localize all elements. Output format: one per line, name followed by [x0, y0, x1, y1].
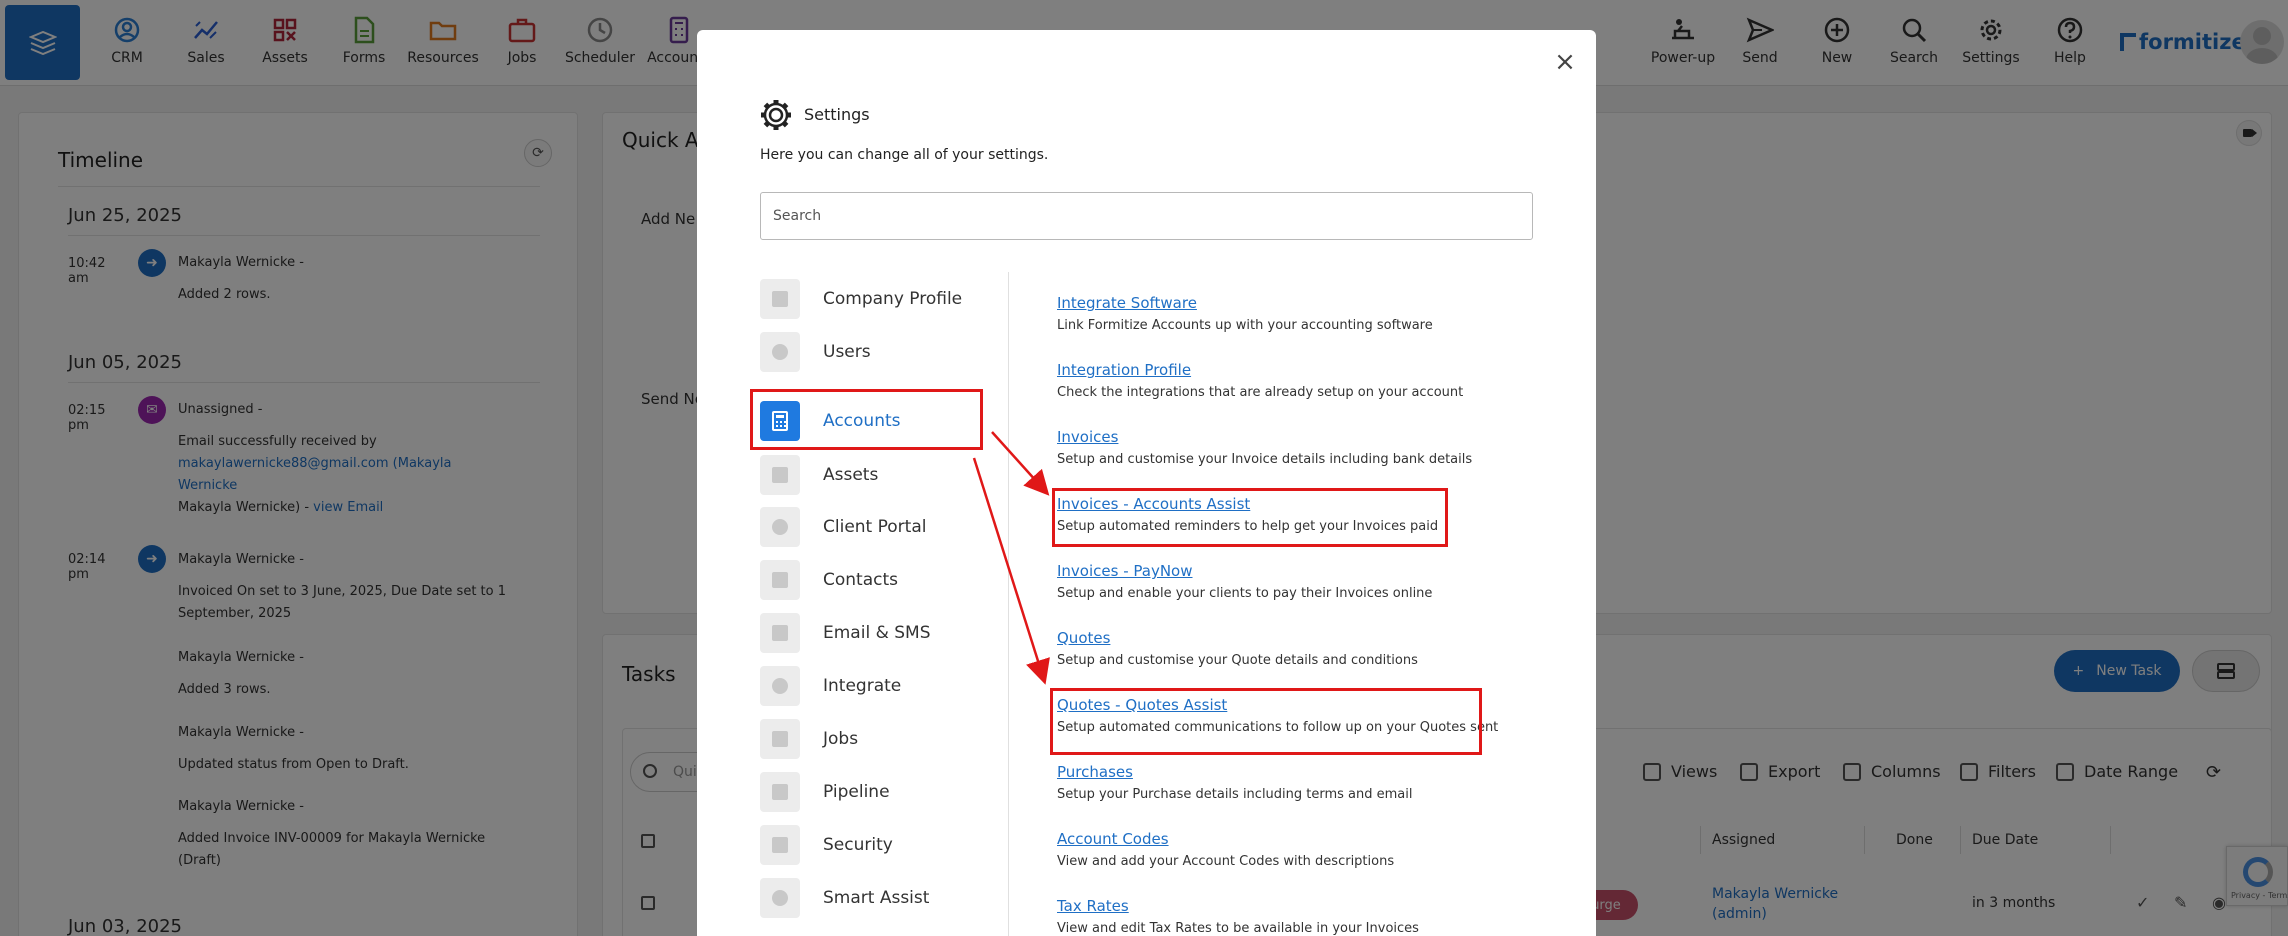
category-jobs[interactable]: Jobs — [760, 719, 990, 759]
integrate-icon — [760, 666, 800, 706]
setting-account-codes: Account Codes View and add your Account C… — [1057, 830, 1395, 869]
settings-search-input[interactable] — [760, 192, 1533, 240]
setting-link[interactable]: Integration Profile — [1057, 361, 1463, 379]
assets-icon — [760, 455, 800, 495]
category-client-portal[interactable]: Client Portal — [760, 507, 990, 547]
lock-icon — [760, 825, 800, 865]
setting-link[interactable]: Invoices — [1057, 428, 1472, 446]
category-pipeline[interactable]: Pipeline — [760, 772, 990, 812]
setting-integration-profile: Integration Profile Check the integration… — [1057, 361, 1464, 400]
contacts-icon — [760, 560, 800, 600]
setting-purchases: Purchases Setup your Purchase details inc… — [1057, 763, 1413, 802]
setting-tax-rates: Tax Rates View and edit Tax Rates to be a… — [1057, 897, 1419, 936]
highlight-quotes-quotes-assist — [1050, 688, 1482, 755]
users-icon — [760, 332, 800, 372]
setting-link[interactable]: Invoices - PayNow — [1057, 562, 1432, 580]
category-email-sms[interactable]: Email & SMS — [760, 613, 990, 653]
setting-link[interactable]: Integrate Software — [1057, 294, 1433, 312]
category-company-profile[interactable]: Company Profile — [760, 279, 990, 319]
settings-modal: × Settings Here you can change all of yo… — [697, 30, 1596, 936]
setting-link[interactable]: Tax Rates — [1057, 897, 1419, 915]
category-users[interactable]: Users — [760, 332, 990, 372]
highlight-accounts-category — [750, 389, 983, 450]
setting-quotes: Quotes Setup and customise your Quote det… — [1057, 629, 1418, 668]
globe-icon — [760, 507, 800, 547]
category-assets[interactable]: Assets — [760, 455, 990, 495]
column-divider — [1008, 272, 1009, 936]
setting-link[interactable]: Account Codes — [1057, 830, 1394, 848]
chat-icon — [760, 613, 800, 653]
setting-integrate-software: Integrate Software Link Formitize Account… — [1057, 294, 1433, 333]
category-integrate[interactable]: Integrate — [760, 666, 990, 706]
settings-subtitle: Here you can change all of your settings… — [760, 147, 1049, 163]
close-icon[interactable]: × — [1551, 48, 1579, 76]
setting-invoices: Invoices Setup and customise your Invoice… — [1057, 428, 1473, 467]
briefcase-icon — [760, 719, 800, 759]
funnel-icon — [760, 772, 800, 812]
category-security[interactable]: Security — [760, 825, 990, 865]
gear-icon — [761, 100, 791, 130]
category-contacts[interactable]: Contacts — [760, 560, 990, 600]
settings-title: Settings — [804, 105, 870, 124]
setting-link[interactable]: Quotes — [1057, 629, 1418, 647]
highlight-invoices-accounts-assist — [1052, 488, 1448, 547]
setting-link[interactable]: Purchases — [1057, 763, 1413, 781]
smart-assist-icon — [760, 878, 800, 918]
category-smart-assist[interactable]: Smart Assist — [760, 878, 990, 918]
company-icon — [760, 279, 800, 319]
setting-invoices-paynow: Invoices - PayNow Setup and enable your c… — [1057, 562, 1433, 601]
